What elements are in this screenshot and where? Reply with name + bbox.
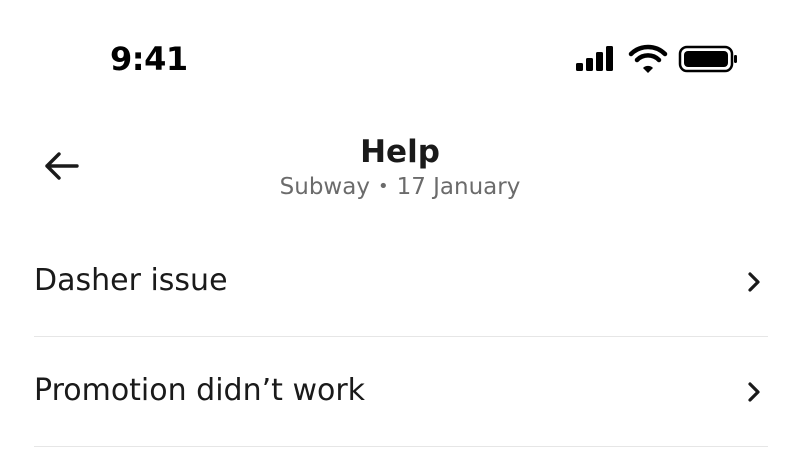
chevron-right-icon <box>748 272 760 292</box>
chevron-right-icon <box>748 382 760 402</box>
order-date: 17 January <box>396 174 521 200</box>
nav-header: Help Subway • 17 January <box>0 120 800 210</box>
status-icons <box>574 42 738 76</box>
subtitle-separator: • <box>377 176 389 197</box>
battery-icon <box>678 45 737 73</box>
status-icons-graphic <box>576 44 737 73</box>
option-dasher-issue[interactable]: Dasher issue <box>34 227 768 337</box>
help-screen: 9:41 Help Subway • 17 January Dasher iss… <box>0 0 800 450</box>
help-options-list: Dasher issue Promotion didn’t work <box>34 227 768 447</box>
option-label: Promotion didn’t work <box>34 373 366 408</box>
store-name: Subway <box>279 174 370 200</box>
page-subtitle: Subway • 17 January <box>0 174 800 200</box>
status-time: 9:41 <box>110 40 188 78</box>
option-label: Dasher issue <box>34 263 228 298</box>
wifi-icon <box>628 44 668 73</box>
status-bar: 9:41 <box>0 0 800 110</box>
page-title: Help <box>360 134 440 170</box>
cellular-signal-icon <box>576 46 613 71</box>
option-promotion-didnt-work[interactable]: Promotion didn’t work <box>34 337 768 447</box>
